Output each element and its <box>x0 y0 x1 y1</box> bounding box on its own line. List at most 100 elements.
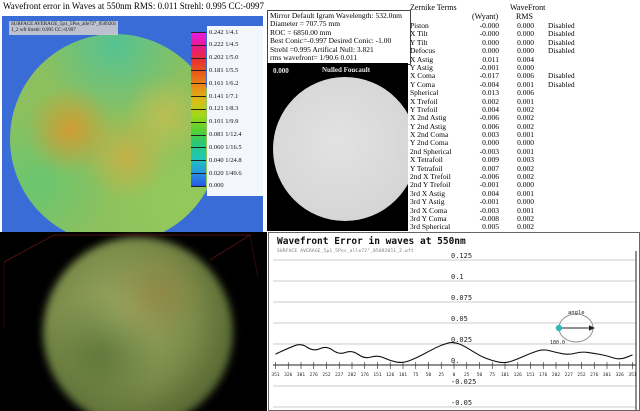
color-scale-value: 0.242 1/4.1 <box>209 29 238 36</box>
x-tick-label: 151 <box>526 372 534 378</box>
term-status <box>534 173 638 181</box>
y-tick-label: 0.075 <box>451 294 472 302</box>
x-tick-label: 50 <box>426 372 432 378</box>
term-status <box>534 148 638 156</box>
color-scale-value: 0.121 1/8.3 <box>209 105 238 112</box>
x-tick-label: 101 <box>501 372 509 378</box>
x-tick-label: 101 <box>399 372 407 378</box>
surface-average-label-line2: 1_2 wft Strehl: 0.995 CC:-0.997 <box>11 28 116 34</box>
wyant-value: 0.005 <box>466 223 499 231</box>
x-tick-label: 151 <box>373 372 381 378</box>
color-scale-value: 0.000 <box>209 182 224 189</box>
wavefront-surface-image <box>10 34 220 232</box>
color-scale-tick <box>191 96 206 97</box>
color-scale-value: 0.141 1/7.1 <box>209 93 238 100</box>
x-tick-label: 252 <box>577 372 585 378</box>
angle-handle-dot[interactable] <box>556 325 562 331</box>
rms-value: 0.002 <box>499 223 534 231</box>
y-tick-label: 0.05 <box>451 315 468 323</box>
term-status <box>534 181 638 189</box>
color-scale-tick <box>191 147 206 148</box>
color-scale-value: 0.040 1/24.8 <box>209 157 242 164</box>
angle-selector[interactable]: angle 180.0 <box>550 310 595 346</box>
x-tick-label: 25 <box>439 372 445 378</box>
x-tick-label: 50 <box>477 372 483 378</box>
term-status <box>534 156 638 164</box>
x-tick-label: 126 <box>514 372 522 378</box>
color-scale-tick <box>191 70 206 71</box>
zernike-row: 3rd Spherical0.0050.002 <box>410 223 638 231</box>
term-status <box>534 215 638 223</box>
wavefront-map-title: Wavefront error in Waves at 550nm RMS: 0… <box>3 1 264 11</box>
chart-title: Wavefront Error in waves at 550nm <box>277 236 466 247</box>
color-scale-tick <box>191 45 206 46</box>
term-status <box>534 131 638 139</box>
zernike-term-name: 3rd Spherical <box>410 223 466 231</box>
term-status <box>534 165 638 173</box>
x-tick-label: 176 <box>539 372 547 378</box>
term-status: Disabled <box>534 47 638 55</box>
angle-widget-label: angle <box>568 310 585 316</box>
x-tick-label: 25 <box>464 372 470 378</box>
wyant-column-header: (Wyant) <box>472 12 498 21</box>
x-tick-label: 227 <box>565 372 573 378</box>
term-status <box>534 98 638 106</box>
color-scale-tick <box>191 186 206 187</box>
x-tick-label: 0 <box>453 372 456 378</box>
app-window: Wavefront error in Waves at 550nm RMS: 0… <box>0 0 640 411</box>
mirror-parameters-box: Mirror Default Igram Wavelength: 532.0nm… <box>267 10 411 65</box>
x-tick-label: 351 <box>271 372 279 378</box>
rms-column-header: RMS <box>516 12 533 21</box>
y-tick-label: -0.025 <box>451 378 476 386</box>
term-status <box>534 223 638 231</box>
x-tick-label: 75 <box>490 372 496 378</box>
foucault-image <box>273 77 408 221</box>
x-tick-label: 176 <box>361 372 369 378</box>
term-status <box>534 207 638 215</box>
x-tick-label: 75 <box>413 372 419 378</box>
angle-value-label: 180.0 <box>550 340 565 346</box>
y-tick-label: 0.125 <box>451 252 472 260</box>
color-scale-value: 0.202 1/5.0 <box>209 54 238 61</box>
wavefront-header: WaveFront <box>510 3 545 12</box>
x-tick-label: 252 <box>322 372 330 378</box>
term-status <box>534 123 638 131</box>
profile-chart-panel: 0.1250.10.0750.050.0250.-0.025-0.0535132… <box>268 232 640 411</box>
term-status <box>534 190 638 198</box>
x-tick-label: 276 <box>590 372 598 378</box>
x-tick-label: 227 <box>335 372 343 378</box>
x-tick-label: 301 <box>603 372 611 378</box>
profile-plot: 0.1250.10.0750.050.0250.-0.025-0.0535132… <box>269 233 639 410</box>
color-scale-tick <box>191 83 206 84</box>
color-scale-value: 0.060 1/16.5 <box>209 144 242 151</box>
y-tick-label: 0. <box>451 357 459 365</box>
wavefront-surface-blob <box>10 34 220 232</box>
x-tick-label: 126 <box>386 372 394 378</box>
term-status <box>534 56 638 64</box>
mirror-parameter-line: rms wavefront= 1/90.6 0.011 <box>270 54 408 62</box>
term-status <box>534 198 638 206</box>
x-tick-label: 326 <box>284 372 292 378</box>
foucault-value: 0.000 <box>273 67 289 75</box>
term-status <box>534 139 638 147</box>
zernike-header: Zernike Terms <box>410 3 457 12</box>
color-scale-value: 0.222 1/4.5 <box>209 41 238 48</box>
surface-average-label: SURFACE AVERAGE_5p1_5Pos_alle72°_0509201… <box>9 21 118 35</box>
x-tick-label: 276 <box>310 372 318 378</box>
x-tick-label: 301 <box>297 372 305 378</box>
term-status: Disabled <box>534 81 638 89</box>
color-scale-value: 0.081 1/12.4 <box>209 131 242 138</box>
color-scale-tick <box>191 122 206 123</box>
color-scale-tick <box>191 58 206 59</box>
x-tick-label: 202 <box>348 372 356 378</box>
foucault-panel: 0.000 Nulled Foucault <box>267 63 408 231</box>
color-scale-tick <box>191 32 206 33</box>
y-tick-label: 0.1 <box>451 273 464 281</box>
color-scale-tick <box>191 160 206 161</box>
perspective-wireframe <box>0 232 267 411</box>
color-scale-value: 0.101 1/9.9 <box>209 118 238 125</box>
color-scale-tick <box>191 135 206 136</box>
x-tick-label: 351 <box>628 372 636 378</box>
term-status <box>534 106 638 114</box>
y-tick-label: -0.05 <box>451 399 472 407</box>
